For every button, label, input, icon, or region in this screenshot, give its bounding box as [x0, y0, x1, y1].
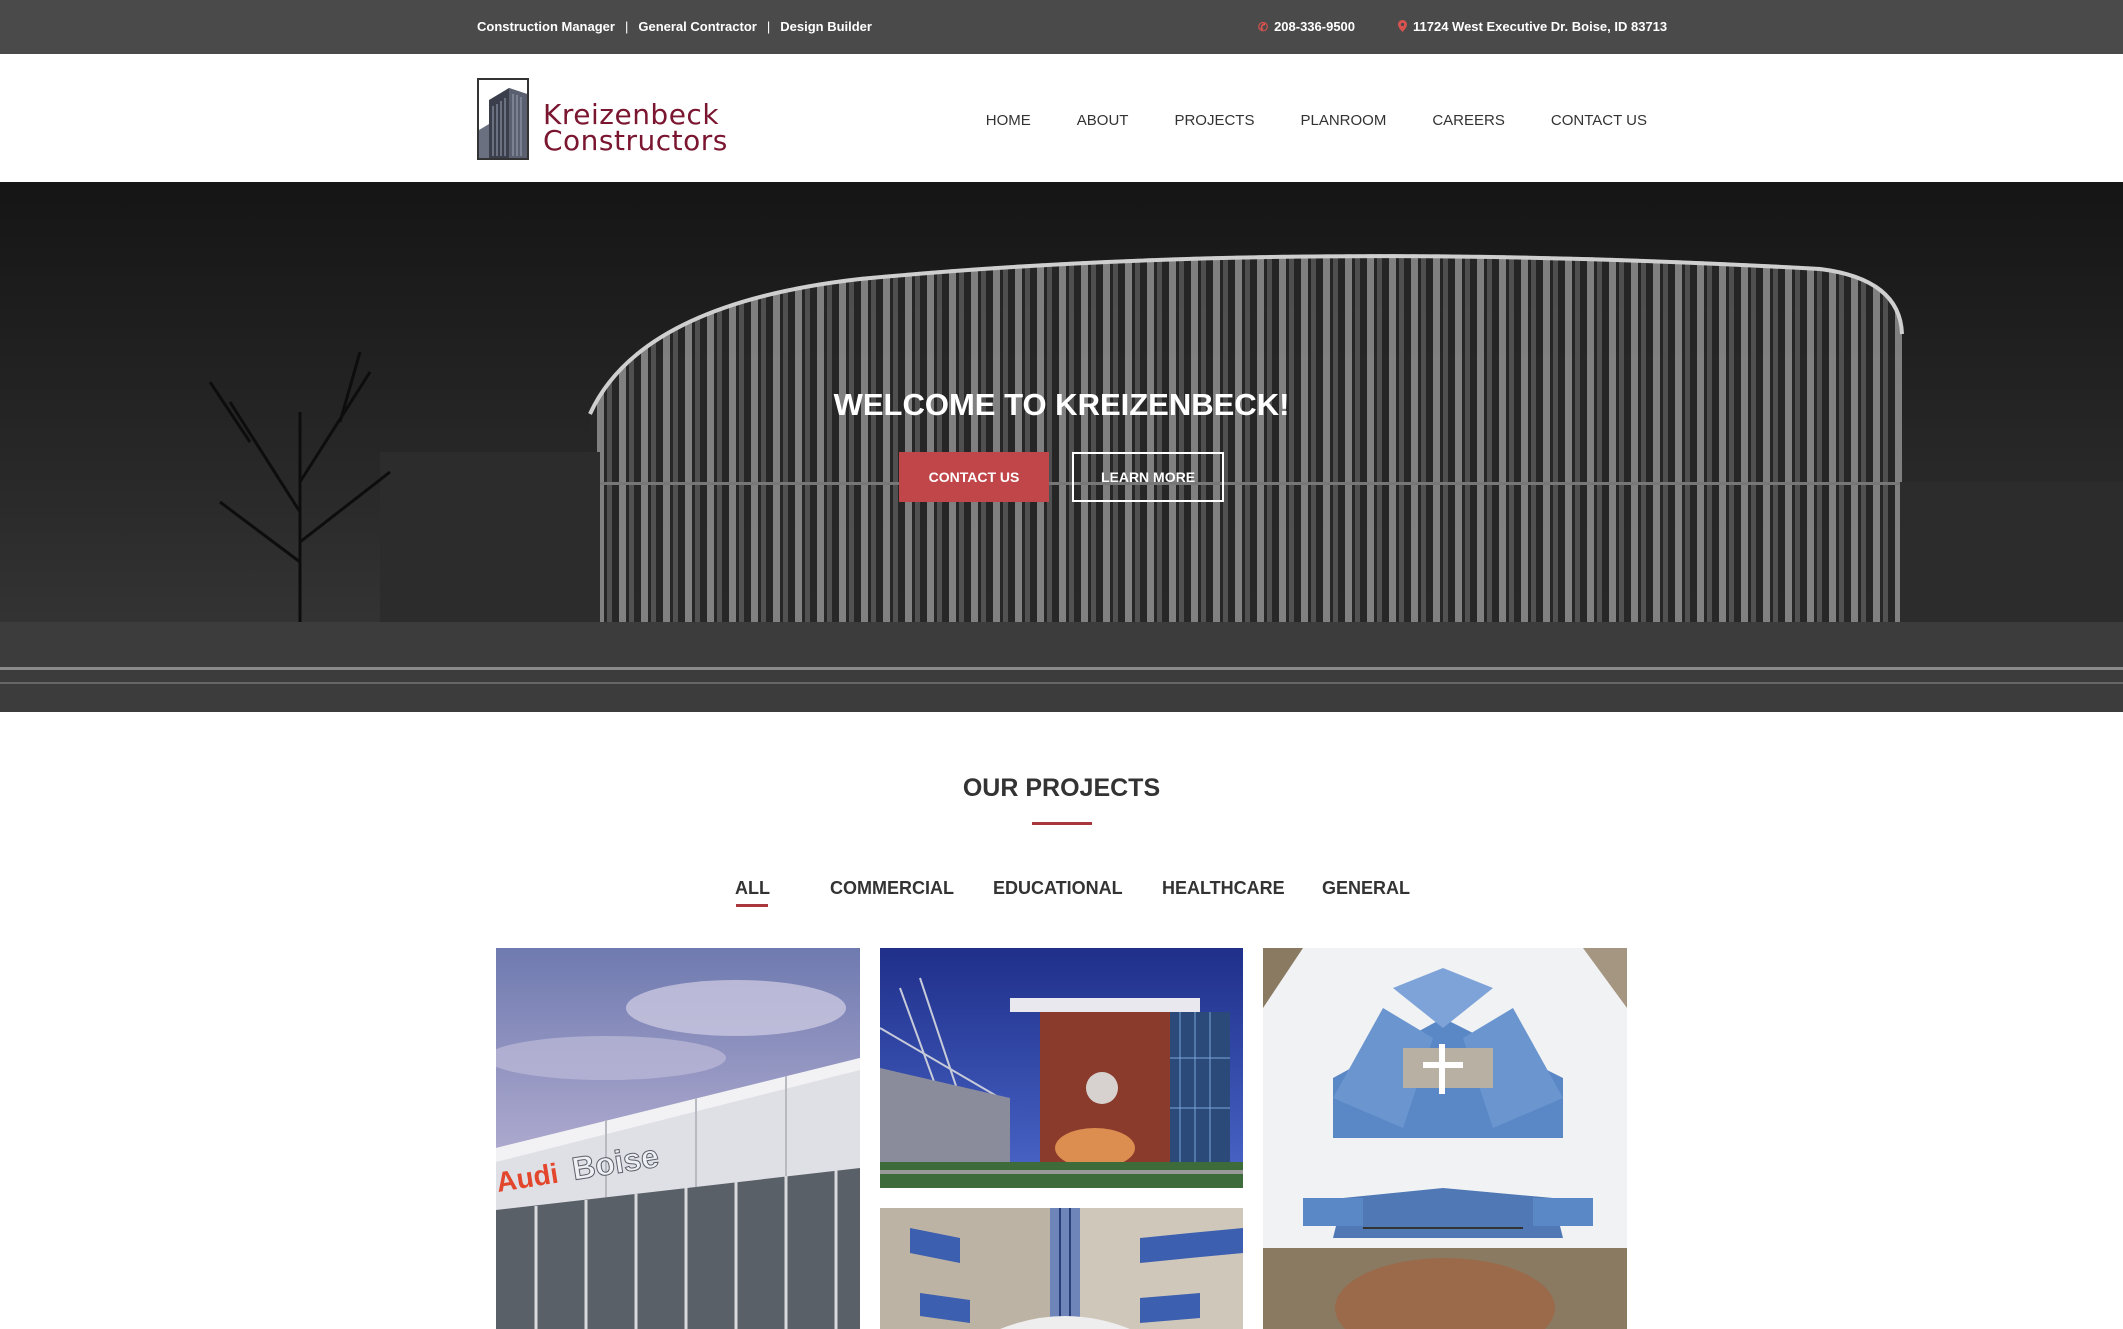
- logo-line-2: Constructors: [543, 124, 728, 157]
- nav-projects[interactable]: PROJECTS: [1174, 112, 1254, 129]
- service-tags: Construction Manager | General Contractor |…: [477, 19, 872, 34]
- filter-healthcare[interactable]: HEALTHCARE: [1162, 878, 1285, 899]
- logo-building-icon[interactable]: [477, 78, 529, 160]
- address-contact: 11724 West Executive Dr. Boise, ID 83713: [1398, 19, 1667, 34]
- filter-all[interactable]: ALL: [735, 878, 770, 899]
- hero-contact-us-button[interactable]: CONTACT US: [899, 452, 1049, 502]
- project-card-church[interactable]: [1263, 948, 1627, 1329]
- nav-contact-us[interactable]: CONTACT US: [1551, 112, 1647, 129]
- phone-icon: ✆: [1258, 20, 1269, 34]
- tag-separator: |: [766, 19, 771, 34]
- hero-banner: WELCOME TO KREIZENBECK! CONTACT US LEARN…: [0, 182, 2123, 712]
- active-filter-underline: [736, 904, 768, 907]
- filter-educational[interactable]: EDUCATIONAL: [993, 878, 1123, 899]
- phone-number[interactable]: 208-336-9500: [1274, 19, 1355, 34]
- logo-wordmark[interactable]: Kreizenbeck Constructors: [543, 101, 728, 157]
- top-bar: Construction Manager | General Contractor |…: [0, 0, 2123, 54]
- tag-design-builder: Design Builder: [780, 19, 872, 34]
- tag-general-contractor: General Contractor: [638, 19, 757, 34]
- hero-learn-more-button[interactable]: LEARN MORE: [1072, 452, 1224, 502]
- project-image: Audi Boise: [496, 948, 860, 1329]
- address-text: 11724 West Executive Dr. Boise, ID 83713: [1413, 19, 1668, 34]
- tag-construction-manager: Construction Manager: [477, 19, 615, 34]
- map-pin-icon: [1398, 20, 1407, 32]
- project-card-stadium-building[interactable]: [880, 948, 1243, 1188]
- site-header: Kreizenbeck Constructors HOME ABOUT PROJ…: [0, 54, 2123, 182]
- filter-commercial[interactable]: COMMERCIAL: [830, 878, 954, 899]
- nav-planroom[interactable]: PLANROOM: [1300, 112, 1386, 129]
- hero-background-image: [0, 182, 2123, 712]
- title-divider: [1032, 822, 1092, 825]
- filter-general[interactable]: GENERAL: [1322, 878, 1410, 899]
- nav-about[interactable]: ABOUT: [1077, 112, 1129, 129]
- project-card-curved-building[interactable]: [880, 1208, 1243, 1329]
- projects-section-title: OUR PROJECTS: [962, 774, 1161, 802]
- main-nav: HOME ABOUT PROJECTS PLANROOM CAREERS CON…: [986, 112, 1647, 129]
- project-image: [880, 1208, 1243, 1329]
- nav-home[interactable]: HOME: [986, 112, 1031, 129]
- phone-contact[interactable]: ✆ 208-336-9500: [1258, 19, 1355, 34]
- tag-separator: |: [624, 19, 629, 34]
- project-card-audi-boise[interactable]: Audi Boise: [496, 948, 860, 1329]
- project-image: [1263, 948, 1627, 1329]
- nav-careers[interactable]: CAREERS: [1432, 112, 1505, 129]
- hero-title: WELCOME TO KREIZENBECK!: [833, 387, 1290, 422]
- project-image: [880, 948, 1243, 1188]
